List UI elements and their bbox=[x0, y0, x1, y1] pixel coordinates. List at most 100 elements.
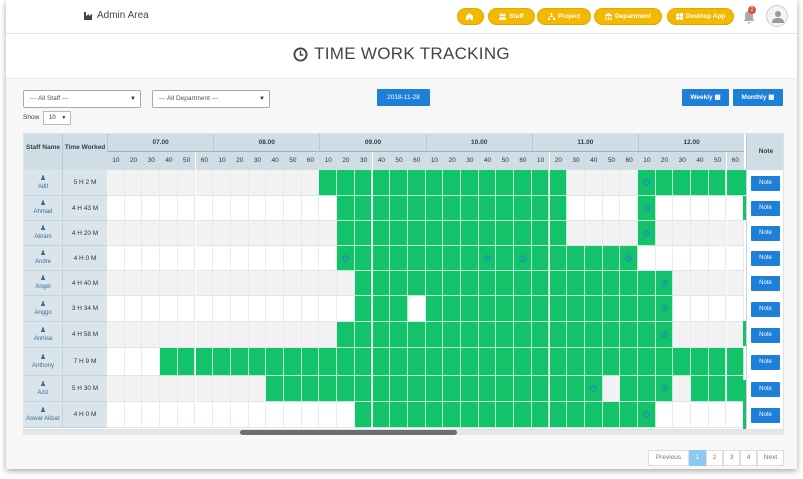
staff-name-cell[interactable]: ♟ Anggo bbox=[24, 296, 62, 322]
time-slot bbox=[673, 322, 692, 348]
time-slot bbox=[602, 170, 621, 196]
page-2-button[interactable]: 2 bbox=[706, 450, 723, 466]
time-slot bbox=[496, 221, 515, 246]
note-button[interactable]: Note bbox=[751, 201, 780, 216]
page-1-button[interactable]: 1 bbox=[689, 450, 706, 466]
time-slot bbox=[319, 170, 338, 196]
time-slot bbox=[230, 322, 249, 348]
time-slot bbox=[354, 271, 373, 296]
time-slot bbox=[602, 322, 621, 348]
next-page-button[interactable]: Next bbox=[757, 450, 784, 466]
monthly-button[interactable]: Monthly ▦ bbox=[733, 89, 783, 106]
time-slot bbox=[531, 296, 550, 322]
brand[interactable]: Admin Area bbox=[84, 10, 149, 21]
time-slot bbox=[230, 296, 249, 322]
minute-header: 40 bbox=[691, 152, 709, 170]
time-slot bbox=[549, 322, 568, 348]
time-slot bbox=[142, 271, 161, 296]
time-slot bbox=[301, 196, 320, 221]
time-slot bbox=[549, 348, 568, 376]
note-button[interactable]: Note bbox=[751, 226, 780, 241]
previous-page-button[interactable]: Previous bbox=[648, 450, 689, 466]
time-slot bbox=[638, 322, 656, 348]
staff-name-cell[interactable]: ♟ Andre bbox=[24, 246, 62, 271]
nav-button-department[interactable]: Department bbox=[594, 8, 662, 25]
time-slot bbox=[107, 170, 125, 196]
staff-name-cell[interactable]: ♟ Anthony bbox=[24, 348, 62, 376]
nav-button-project[interactable]: Project bbox=[537, 8, 591, 25]
staff-name-cell[interactable]: ♟ Aziz bbox=[24, 376, 62, 402]
nav-button-staff[interactable]: Staff bbox=[488, 8, 535, 25]
staff-name-cell[interactable]: ♟ Ahmad bbox=[24, 196, 62, 221]
note-button[interactable]: Note bbox=[751, 407, 780, 423]
staff-name-cell[interactable]: ♟ Annisa bbox=[24, 322, 62, 348]
note-button[interactable]: Note bbox=[751, 301, 780, 317]
staff-name-cell[interactable]: ♟ Akram bbox=[24, 221, 62, 246]
time-slot bbox=[531, 402, 550, 428]
calendar-icon: ▦ bbox=[714, 94, 721, 101]
time-slot bbox=[142, 221, 161, 246]
nav-label: Staff bbox=[509, 13, 524, 20]
nav-button-desktop-app[interactable]: Desktop App bbox=[667, 8, 734, 25]
time-worked-cell: 4 H 40 M bbox=[62, 271, 107, 296]
minute-header-text: 20 bbox=[129, 157, 138, 164]
note-button[interactable]: Note bbox=[751, 354, 780, 370]
minute-header-text: 60 bbox=[731, 157, 739, 164]
staff-name-cell[interactable]: ♟ Adit bbox=[24, 170, 62, 196]
time-slot bbox=[708, 221, 727, 246]
time-slot bbox=[248, 271, 267, 296]
staff-select[interactable]: --- All Staff --- ▼ bbox=[23, 90, 141, 108]
minute-header: 20 bbox=[549, 152, 568, 170]
staff-name-cell[interactable]: ♟ Aswar Akbar bbox=[24, 402, 62, 428]
minute-header-text: 20 bbox=[660, 157, 669, 164]
time-slot bbox=[195, 376, 214, 402]
time-slot bbox=[443, 322, 461, 348]
minute-header: 40 bbox=[478, 152, 497, 170]
time-slot bbox=[602, 402, 621, 428]
nav-button-home[interactable] bbox=[457, 8, 484, 25]
time-slot bbox=[337, 348, 355, 376]
staff-name-cell[interactable]: ♟ Angel bbox=[24, 271, 62, 296]
weekly-button[interactable]: Weekly ▦ bbox=[682, 89, 729, 106]
minute-header-text: 30 bbox=[253, 157, 262, 164]
time-slot bbox=[567, 246, 585, 271]
time-slot bbox=[177, 376, 196, 402]
scrollbar-thumb[interactable] bbox=[240, 430, 457, 435]
time-slot bbox=[248, 296, 267, 322]
note-button-label: Note bbox=[759, 385, 772, 392]
note-button[interactable]: Note bbox=[751, 327, 780, 343]
person-icon: ♟ bbox=[39, 326, 47, 334]
note-button[interactable]: Note bbox=[751, 251, 780, 266]
note-button-label: Note bbox=[759, 255, 772, 261]
time-slot bbox=[372, 296, 391, 322]
time-slot bbox=[354, 170, 373, 196]
time-slot bbox=[266, 376, 284, 402]
department-select[interactable]: --- All Department --- ▼ bbox=[152, 90, 270, 108]
staff-select-value: --- All Staff --- bbox=[30, 95, 69, 102]
time-slot bbox=[638, 296, 656, 322]
minute-header-text: 10 bbox=[430, 157, 439, 164]
date-picker-button[interactable]: 2018-11-28 bbox=[377, 89, 430, 106]
note-button[interactable]: Note bbox=[751, 175, 780, 191]
time-worked-text: 5 H 30 M bbox=[71, 385, 99, 392]
minute-header: 50 bbox=[496, 152, 515, 170]
session-edge bbox=[743, 196, 746, 220]
time-slot bbox=[425, 402, 444, 428]
minute-header-text: 30 bbox=[360, 157, 368, 164]
time-slot bbox=[584, 322, 603, 348]
note-button[interactable]: Note bbox=[751, 276, 780, 291]
time-slot bbox=[319, 271, 338, 296]
page-4-button[interactable]: 4 bbox=[740, 450, 757, 466]
time-slot bbox=[567, 322, 585, 348]
horizontal-scrollbar[interactable] bbox=[23, 430, 784, 435]
minute-header-text: 50 bbox=[501, 157, 509, 164]
time-slot bbox=[496, 322, 515, 348]
avatar[interactable] bbox=[766, 5, 788, 27]
time-slot bbox=[584, 170, 603, 196]
time-slot bbox=[708, 196, 727, 221]
note-button[interactable]: Note bbox=[751, 381, 780, 397]
time-slot bbox=[160, 170, 178, 196]
page-3-button[interactable]: 3 bbox=[723, 450, 740, 466]
page-size-select[interactable]: 10 ▼ bbox=[43, 111, 71, 125]
time-slot bbox=[337, 196, 355, 221]
